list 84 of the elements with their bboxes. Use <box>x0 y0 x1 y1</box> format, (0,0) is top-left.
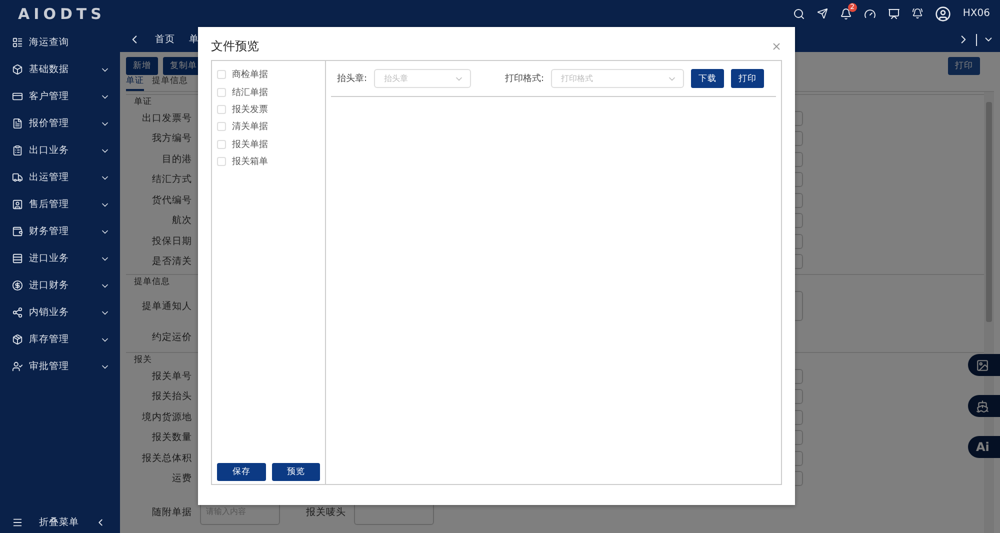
checkbox[interactable] <box>217 104 226 114</box>
checkbox-label[interactable]: 报关箱单 <box>232 155 268 168</box>
sidebar-item[interactable]: 客户管理 <box>0 83 120 110</box>
sidebar-item[interactable]: 出口业务 <box>0 137 120 164</box>
sidebar-item[interactable]: 进口业务 <box>0 245 120 272</box>
sidebar-item[interactable]: 库存管理 <box>0 326 120 353</box>
checkbox[interactable] <box>217 88 226 97</box>
document-icon <box>12 118 23 129</box>
checkbox-label[interactable]: 报关单据 <box>232 138 268 151</box>
gauge-icon[interactable] <box>864 8 876 20</box>
field-label: 目的港 <box>161 152 192 166</box>
field-label: 出口发票号 <box>141 112 192 125</box>
clipboard-icon <box>12 145 23 156</box>
list-icon <box>12 37 23 48</box>
checkbox[interactable] <box>217 122 226 132</box>
menu-icon <box>12 516 23 528</box>
toolbar-button[interactable]: 新增 <box>126 57 158 75</box>
checkbox-label[interactable]: 商检单据 <box>232 68 268 82</box>
field-label: 报关唛头 <box>305 506 346 518</box>
sidebar-item[interactable]: 进口财务 <box>0 272 120 299</box>
sidebar-item[interactable]: 售后管理 <box>0 191 120 218</box>
field-label: 航次 <box>171 214 192 228</box>
sidebar-item[interactable]: 报价管理 <box>0 110 120 137</box>
download-button[interactable]: 下载 <box>691 69 724 88</box>
field-label: 投保日期 <box>151 234 192 248</box>
logo: AIODTS <box>18 4 106 22</box>
field-label: 是否清关 <box>151 255 192 268</box>
person-check-icon <box>12 361 23 372</box>
card-icon <box>12 91 23 102</box>
wallet-icon <box>12 226 23 237</box>
field-label: 约定运价 <box>151 330 192 344</box>
bell-icon[interactable] <box>840 8 852 20</box>
person-card-icon <box>12 199 23 210</box>
field-label: 境内货源地 <box>141 410 192 424</box>
coin-icon <box>12 280 23 291</box>
truck-icon <box>12 172 23 183</box>
sidebar-item[interactable]: 出运管理 <box>0 164 120 191</box>
user-name[interactable]: HX06 <box>962 8 990 19</box>
dialog-title: 文件预览 <box>211 38 259 55</box>
bell-icon[interactable] <box>912 8 923 19</box>
checkbox[interactable] <box>217 70 226 80</box>
form-tab[interactable]: 提单信息 <box>152 75 188 91</box>
image-button[interactable] <box>968 354 1000 376</box>
sidebar-item[interactable]: 审批管理 <box>0 353 120 380</box>
checkbox[interactable] <box>217 140 226 149</box>
print-button[interactable]: 打印 <box>948 57 980 75</box>
ship-button[interactable] <box>968 395 1000 417</box>
print-button[interactable]: 打印 <box>731 69 764 88</box>
field-label: 随附单据 <box>151 506 192 518</box>
field-label: 报关数量 <box>151 431 192 444</box>
rows-icon <box>12 253 23 264</box>
close-icon[interactable] <box>771 41 782 52</box>
field-label: 货代编号 <box>151 194 192 207</box>
presentation-icon[interactable] <box>888 8 900 20</box>
page-tab[interactable]: 首页 <box>155 33 175 46</box>
share-icon <box>12 307 23 318</box>
field-label: 结汇方式 <box>151 173 192 186</box>
ai-button[interactable]: Ai <box>968 436 1000 458</box>
image-icon <box>976 358 989 372</box>
sidebar-item[interactable]: 基础数据 <box>0 56 120 83</box>
preview-button[interactable]: 预览 <box>272 463 320 481</box>
sidebar-item[interactable]: 内销业务 <box>0 299 120 326</box>
field-label: 我方编号 <box>151 132 192 146</box>
collapse-menu-button[interactable]: 折叠菜单 <box>0 511 120 533</box>
ship-icon <box>976 400 989 412</box>
checkbox[interactable] <box>217 157 226 166</box>
sidebar-item[interactable]: 财务管理 <box>0 218 120 245</box>
page-tab[interactable]: 单 <box>189 33 199 46</box>
field-label: 打印格式: <box>505 72 544 85</box>
field-label: 运费 <box>171 472 192 486</box>
save-button[interactable]: 保存 <box>217 463 266 481</box>
field-label: 报关抬头 <box>151 390 192 404</box>
search-icon[interactable] <box>792 8 805 20</box>
package-icon <box>12 334 23 345</box>
field-label: 抬头章: <box>337 72 368 85</box>
sidebar-item[interactable]: 海运查询 <box>0 29 120 56</box>
avatar-icon[interactable] <box>934 6 951 22</box>
box-icon <box>12 64 23 75</box>
field-label: 提单通知人 <box>141 300 192 312</box>
paper-plane-icon[interactable] <box>816 8 828 19</box>
checkbox-label[interactable]: 清关单据 <box>232 120 268 134</box>
field-label: 报关总体积 <box>141 452 192 465</box>
field-label: 报关单号 <box>151 370 192 383</box>
form-tab[interactable]: 单证 <box>126 75 144 91</box>
